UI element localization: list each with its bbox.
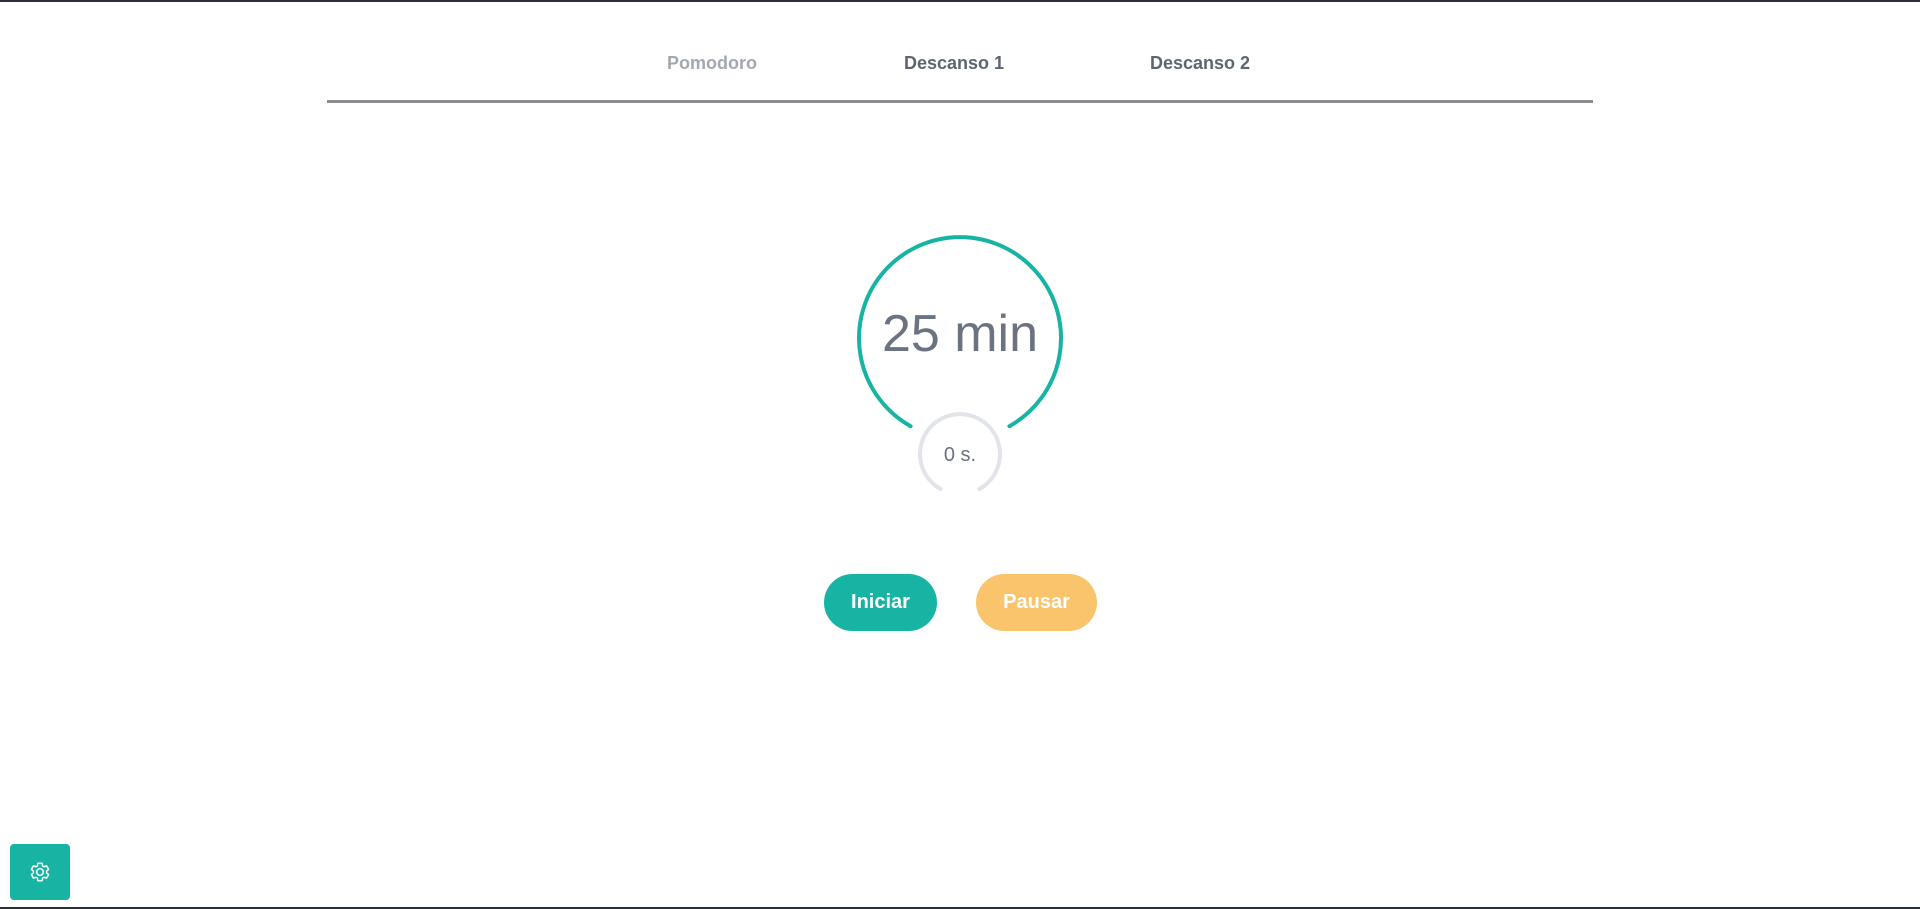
gear-icon [30,862,50,882]
tab-descanso-2[interactable]: Descanso 2 [1150,53,1250,74]
timer-rings [857,235,1063,491]
pomodoro-app: Pomodoro Descanso 1 Descanso 2 25 min 0 … [0,0,1920,909]
minutes-value: 25 min [881,305,1039,363]
seconds-value: 0 s. [943,444,977,466]
timer-mode-tabs: Pomodoro Descanso 1 Descanso 2 [327,42,1593,103]
start-button[interactable]: Iniciar [824,574,937,631]
timer-display: 25 min 0 s. [850,230,1070,510]
tab-descanso-1[interactable]: Descanso 1 [904,53,1004,74]
pause-button[interactable]: Pausar [976,574,1097,631]
settings-button[interactable] [10,844,70,900]
tab-pomodoro[interactable]: Pomodoro [667,53,757,74]
